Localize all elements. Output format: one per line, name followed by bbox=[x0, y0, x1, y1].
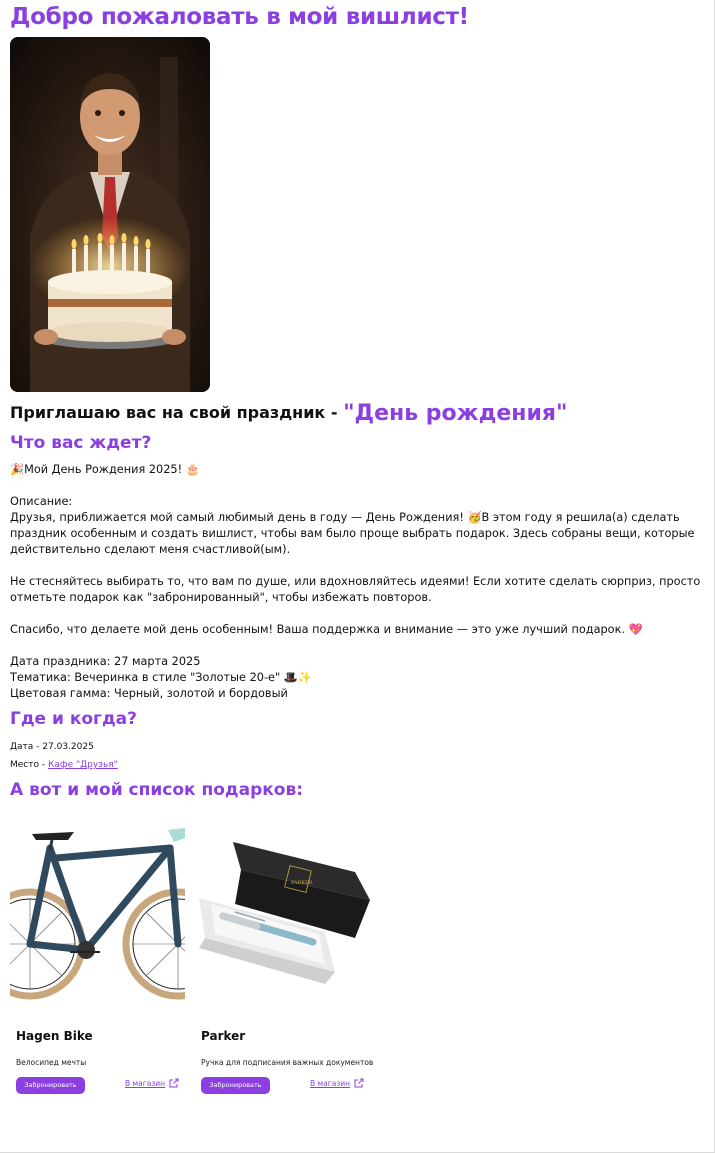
date-label: Дата - bbox=[10, 742, 43, 752]
external-link-icon bbox=[354, 1078, 364, 1088]
description-line bbox=[10, 558, 705, 574]
reserve-button[interactable]: Забронировать bbox=[16, 1077, 85, 1094]
description-line bbox=[10, 638, 705, 654]
where-info: Дата - 27.03.2025 Место - Кафе "Друзья" bbox=[10, 738, 118, 774]
shop-link-label: В магазин bbox=[125, 1078, 166, 1088]
description-line bbox=[10, 478, 705, 494]
gift-description: Велосипед мечты bbox=[16, 1058, 87, 1067]
gift-name: Hagen Bike bbox=[16, 1029, 93, 1043]
place-link[interactable]: Кафе "Друзья" bbox=[48, 760, 118, 770]
reserve-button[interactable]: Забронировать bbox=[201, 1077, 270, 1094]
description-line: Друзья, приближается мой самый любимый д… bbox=[10, 511, 695, 556]
place-label: Место - bbox=[10, 760, 48, 770]
gift-image-bike bbox=[10, 812, 185, 1002]
what-heading: Что вас ждет? bbox=[10, 433, 152, 453]
gift-description: Ручка для подписания важных документов bbox=[201, 1058, 374, 1067]
invite-line: Приглашаю вас на свой праздник - "День р… bbox=[10, 401, 567, 426]
where-heading: Где и когда? bbox=[10, 709, 138, 729]
description-line: Дата праздника: 27 марта 2025 bbox=[10, 655, 201, 668]
description-line: Цветовая гамма: Черный, золотой и бордов… bbox=[10, 687, 288, 700]
description-line: Спасибо, что делаете мой день особенным!… bbox=[10, 623, 643, 636]
event-description: 🎉Мой День Рождения 2025! 🎂 Описание: Дру… bbox=[10, 462, 705, 702]
shop-link[interactable]: В магазин bbox=[310, 1078, 364, 1088]
description-line: Не стесняйтесь выбирать то, что вам по д… bbox=[10, 575, 701, 604]
gift-card: Hagen Bike Велосипед мечты Забронировать… bbox=[10, 812, 185, 1102]
shop-link[interactable]: В магазин bbox=[125, 1078, 179, 1088]
description-line: 🎉Мой День Рождения 2025! 🎂 bbox=[10, 463, 200, 476]
external-link-icon bbox=[169, 1078, 179, 1088]
gift-name: Parker bbox=[201, 1029, 246, 1043]
shop-link-label: В магазин bbox=[310, 1078, 351, 1088]
gifts-heading: А вот и мой список подарков: bbox=[10, 780, 304, 800]
place-row: Место - Кафе "Друзья" bbox=[10, 756, 118, 774]
page-title: Добро пожаловать в мой вишлист! bbox=[10, 4, 469, 30]
event-name: "День рождения" bbox=[343, 401, 568, 426]
description-line: Описание: bbox=[10, 495, 73, 508]
description-line: Тематика: Вечеринка в стиле "Золотые 20-… bbox=[10, 671, 312, 684]
date-value: 27.03.2025 bbox=[42, 742, 94, 752]
date-row: Дата - 27.03.2025 bbox=[10, 738, 118, 756]
gift-card: PARKER Parker Ручка для подписания важны… bbox=[195, 812, 374, 1102]
invite-prefix: Приглашаю вас на свой праздник - bbox=[10, 403, 344, 422]
description-line bbox=[10, 606, 705, 622]
svg-text:PARKER: PARKER bbox=[291, 880, 313, 886]
gift-image-pen: PARKER bbox=[195, 812, 370, 1002]
hero-photo bbox=[10, 37, 210, 392]
